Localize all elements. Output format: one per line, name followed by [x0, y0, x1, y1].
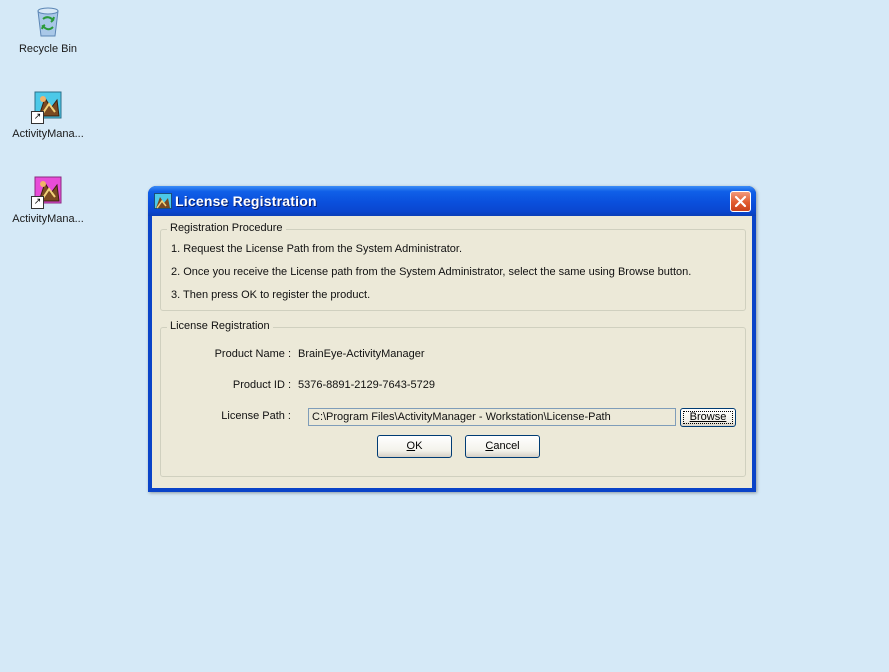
desktop-icon-activitymanager-2[interactable]: ↗ ActivityMana...: [0, 175, 98, 225]
license-registration-group: License Registration Product Name : Brai…: [160, 320, 746, 477]
ok-button[interactable]: OK: [377, 435, 452, 458]
browse-button[interactable]: Browse: [680, 408, 736, 427]
title-bar[interactable]: License Registration: [148, 186, 756, 216]
product-name-label: Product Name :: [214, 348, 291, 360]
group-legend: Registration Procedure: [167, 222, 286, 234]
recycle-bin-icon: [31, 5, 65, 39]
ok-mnemonic: O: [406, 440, 416, 452]
desktop-icon-activitymanager-1[interactable]: ↗ ActivityMana...: [0, 90, 98, 140]
procedure-step-3: 3. Then press OK to register the product…: [171, 289, 371, 301]
shortcut-arrow-icon: ↗: [31, 196, 44, 209]
procedure-step-1: 1. Request the License Path from the Sys…: [171, 243, 463, 255]
product-name-value: BrainEye-ActivityManager: [298, 348, 425, 360]
window-title: License Registration: [175, 193, 317, 209]
close-icon: [734, 195, 747, 208]
license-registration-dialog: License Registration Registration Proced…: [148, 186, 756, 492]
product-id-value: 5376-8891-2129-7643-5729: [298, 379, 436, 391]
shortcut-arrow-icon: ↗: [31, 111, 44, 124]
cancel-button[interactable]: Cancel: [465, 435, 540, 458]
desktop-icon-label: ActivityMana...: [12, 213, 84, 225]
registration-procedure-group: Registration Procedure 1. Request the Li…: [160, 222, 746, 311]
product-id-label: Product ID :: [232, 379, 291, 391]
ok-label: K: [415, 440, 423, 452]
browse-button-label: Browse: [689, 411, 727, 423]
app-icon: [154, 193, 172, 209]
close-button[interactable]: [730, 191, 751, 212]
activity-manager-shortcut-icon: ↗: [31, 90, 65, 124]
desktop-icon-label: ActivityMana...: [12, 128, 84, 140]
license-path-field[interactable]: [308, 408, 676, 426]
desktop-icon-label: Recycle Bin: [18, 43, 78, 55]
group-legend: License Registration: [167, 320, 273, 332]
cancel-label: ancel: [493, 440, 520, 452]
procedure-step-2: 2. Once you receive the License path fro…: [171, 266, 692, 278]
dialog-body: Registration Procedure 1. Request the Li…: [152, 216, 752, 488]
license-path-label: License Path :: [221, 410, 291, 422]
desktop-icon-recycle-bin[interactable]: Recycle Bin: [0, 5, 98, 55]
activity-manager-shortcut-icon: ↗: [31, 175, 65, 209]
